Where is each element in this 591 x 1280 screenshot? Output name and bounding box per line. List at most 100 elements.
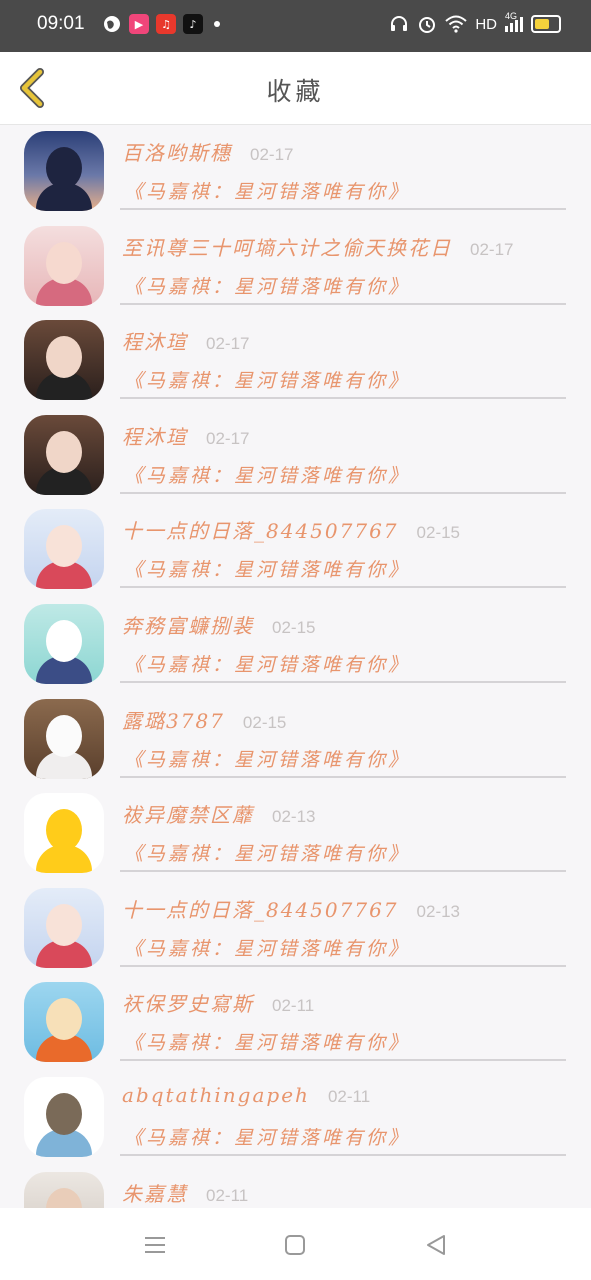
user-name[interactable]: 程沐瑄: [122, 421, 188, 450]
row-divider: [120, 208, 566, 210]
user-name[interactable]: 至讯尊三十呵墒六计之偷天换花日: [122, 232, 452, 261]
favorite-row[interactable]: 十一点的日落_844507767 02-15 《马嘉祺：星河错落唯有你》: [0, 503, 591, 598]
avatar-face: [46, 430, 82, 473]
favorite-date: 02-11: [272, 996, 315, 1016]
favorite-date: 02-11: [206, 1185, 249, 1205]
song-title[interactable]: 《马嘉祺：星河错落唯有你》: [124, 555, 410, 582]
row-meta: 祆保罗史寫斯 02-11: [122, 988, 314, 1017]
row-divider: [120, 1153, 566, 1156]
song-title[interactable]: 《马嘉祺：星河错落唯有你》: [124, 839, 410, 866]
avatar[interactable]: [24, 225, 104, 306]
headphones-icon: [391, 16, 408, 31]
favorite-date: 02-17: [206, 334, 250, 354]
favorites-list: 百洛哟斯穗 02-17 《马嘉祺：星河错落唯有你》 至讯尊三十呵墒六计之偷天换花日 02…: [0, 125, 591, 1208]
user-name[interactable]: abqtathingapeh: [122, 1083, 310, 1107]
song-title[interactable]: 《马嘉祺：星河错落唯有你》: [124, 461, 410, 488]
menu-icon[interactable]: [142, 1232, 168, 1258]
favorite-row[interactable]: 程沐瑄 02-17 《马嘉祺：星河错落唯有你》: [0, 409, 591, 504]
favorite-row[interactable]: 奔務富蠊捌裴 02-15 《马嘉祺：星河错落唯有你》: [0, 598, 591, 693]
avatar[interactable]: [24, 793, 104, 874]
music-app-icon: ♫: [156, 14, 176, 34]
favorite-row[interactable]: 祓异魔禁区蘼 02-13 《马嘉祺：星河错落唯有你》: [0, 787, 591, 882]
row-divider: [120, 491, 566, 494]
avatar-face: [46, 903, 82, 946]
wifi-icon: [445, 15, 467, 33]
home-square-icon[interactable]: [282, 1232, 308, 1258]
row-divider: [120, 586, 566, 589]
song-title[interactable]: 《马嘉祺：星河错落唯有你》: [124, 272, 410, 299]
hd-badge: HD: [475, 15, 497, 33]
favorite-date: 02-17: [250, 145, 294, 164]
user-name[interactable]: 祓异魔禁区蘼: [122, 799, 254, 828]
song-title[interactable]: 《马嘉祺：星河错落唯有你》: [124, 177, 410, 204]
status-time: 09:01: [37, 13, 85, 34]
row-meta: 程沐瑄 02-17: [122, 421, 249, 450]
status-left-icons: ▶ ♫ ♪: [102, 14, 220, 34]
favorite-date: 02-15: [242, 712, 287, 732]
battery-icon: [531, 15, 561, 33]
avatar[interactable]: [24, 887, 104, 968]
avatar[interactable]: [24, 603, 104, 684]
song-title[interactable]: 《马嘉祺：星河错落唯有你》: [124, 934, 410, 961]
avatar-face: [46, 147, 82, 189]
avatar[interactable]: [24, 1171, 104, 1208]
user-name[interactable]: 奔務富蠊捌裴: [122, 610, 254, 639]
song-title[interactable]: 《马嘉祺：星河错落唯有你》: [124, 745, 410, 772]
favorite-row[interactable]: 朱嘉慧 02-11: [0, 1166, 591, 1208]
user-name[interactable]: 百洛哟斯穗: [122, 137, 232, 166]
favorite-row[interactable]: 十一点的日落_844507767 02-13 《马嘉祺：星河错落唯有你》: [0, 882, 591, 977]
song-title[interactable]: 《马嘉祺：星河错落唯有你》: [124, 1123, 410, 1150]
notification-dot: [214, 21, 220, 27]
avatar-face: [46, 1187, 82, 1208]
favorite-row[interactable]: 至讯尊三十呵墒六计之偷天换花日 02-17 《马嘉祺：星河错落唯有你》: [0, 220, 591, 315]
user-name[interactable]: 程沐瑄: [122, 326, 188, 355]
row-divider: [120, 775, 566, 778]
avatar-face: [46, 998, 82, 1041]
row-meta: 朱嘉慧 02-11: [122, 1178, 248, 1207]
navigation-bar: [0, 1208, 591, 1280]
favorite-row[interactable]: abqtathingapeh 02-11 《马嘉祺：星河错落唯有你》: [0, 1071, 591, 1166]
song-title[interactable]: 《马嘉祺：星河错落唯有你》: [124, 1028, 410, 1055]
song-title[interactable]: 《马嘉祺：星河错落唯有你》: [124, 650, 410, 677]
favorite-row[interactable]: 程沐瑄 02-17 《马嘉祺：星河错落唯有你》: [0, 314, 591, 409]
user-name[interactable]: 十一点的日落_844507767: [122, 515, 399, 544]
avatar-face: [46, 336, 82, 379]
row-meta: abqtathingapeh 02-11: [122, 1083, 370, 1107]
avatar[interactable]: [24, 509, 104, 590]
alarm-icon: [419, 17, 436, 33]
header: 收藏: [0, 52, 591, 125]
row-divider: [120, 1059, 566, 1062]
row-divider: [120, 870, 566, 873]
avatar[interactable]: [24, 414, 104, 495]
avatar-face: [46, 714, 82, 757]
avatar-face: [46, 241, 82, 284]
avatar[interactable]: [24, 1076, 104, 1157]
avatar[interactable]: [24, 698, 104, 779]
row-meta: 十一点的日落_844507767 02-13: [122, 894, 460, 923]
avatar[interactable]: [24, 982, 104, 1063]
video-app-icon: ▶: [129, 14, 149, 34]
favorite-row[interactable]: 百洛哟斯穗 02-17 《马嘉祺：星河错落唯有你》: [0, 125, 591, 220]
user-name[interactable]: 露璐3787: [122, 705, 225, 734]
avatar-face: [46, 1092, 82, 1135]
row-meta: 程沐瑄 02-17: [122, 326, 249, 355]
user-name[interactable]: 祆保罗史寫斯: [122, 988, 254, 1017]
user-name[interactable]: 朱嘉慧: [122, 1178, 188, 1207]
avatar-face: [46, 809, 82, 852]
back-triangle-icon[interactable]: [423, 1232, 449, 1258]
song-title[interactable]: 《马嘉祺：星河错落唯有你》: [124, 366, 410, 393]
user-name[interactable]: 十一点的日落_844507767: [122, 894, 399, 923]
favorite-date: 02-15: [272, 617, 316, 637]
row-meta: 百洛哟斯穗 02-17: [122, 137, 293, 166]
avatar[interactable]: [24, 131, 104, 211]
favorite-row[interactable]: 露璐3787 02-15 《马嘉祺：星河错落唯有你》: [0, 693, 591, 788]
row-meta: 祓异魔禁区蘼 02-13: [122, 799, 315, 828]
row-meta: 露璐3787 02-15: [122, 705, 286, 734]
row-meta: 十一点的日落_844507767 02-15: [122, 515, 460, 544]
row-divider: [120, 680, 566, 683]
favorite-date: 02-13: [416, 901, 461, 921]
avatar-face: [46, 619, 82, 662]
favorite-row[interactable]: 祆保罗史寫斯 02-11 《马嘉祺：星河错落唯有你》: [0, 976, 591, 1071]
avatar[interactable]: [24, 320, 104, 401]
page-title: 收藏: [266, 77, 325, 106]
